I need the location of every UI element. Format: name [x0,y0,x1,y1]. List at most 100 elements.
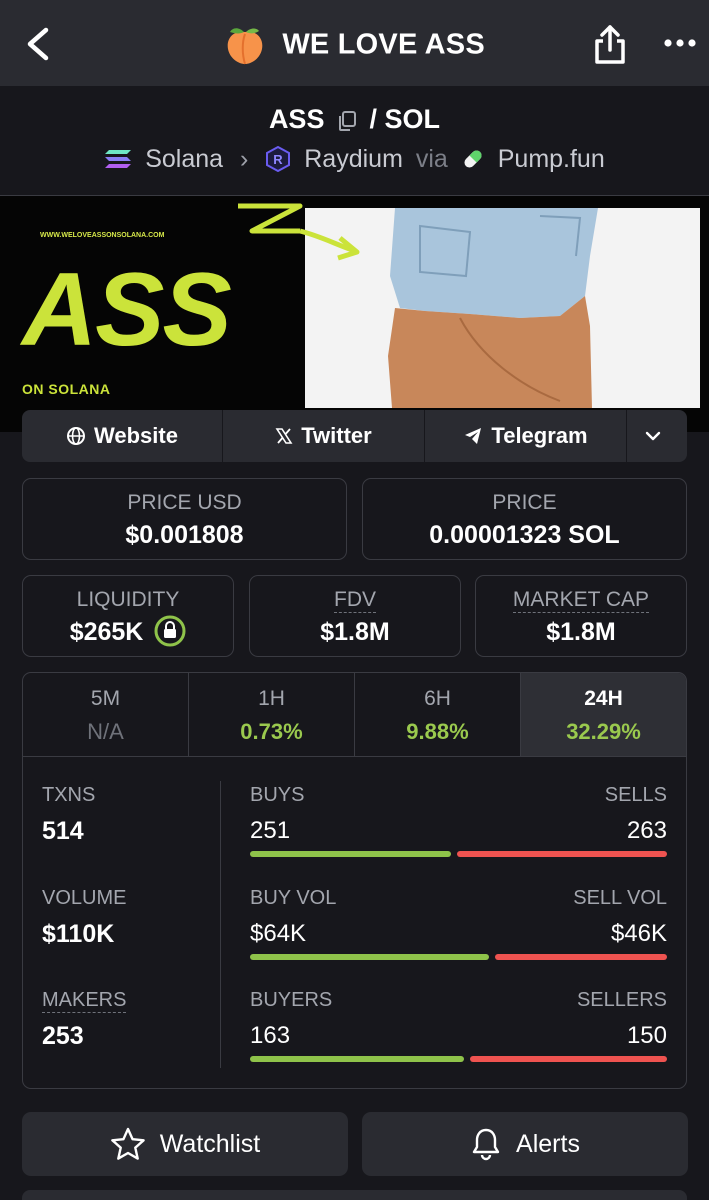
price-usd-card: PRICE USD $0.001808 [22,478,347,560]
tab-1h[interactable]: 1H 0.73% [189,673,355,756]
price-native-label: PRICE [492,491,557,514]
tab-6h[interactable]: 6H 9.88% [355,673,521,756]
buyers-label: BUYERS [250,989,333,1011]
globe-icon [67,427,86,445]
fdv-label-wrap: FDV [250,588,460,613]
watchlist-label: Watchlist [159,1129,261,1158]
txns-label: TXNS [42,784,96,806]
sells-label: SELLS [604,784,667,806]
fdv-card: FDV $1.8M [249,575,461,657]
tab-change: 32.29% [566,719,641,744]
market-cap-value: $1.8M [546,618,616,646]
price-usd-value: $0.001808 [125,521,244,549]
sells-value: 263 [626,817,667,844]
banner-headline: ASS [22,252,232,368]
lock-icon[interactable] [154,615,186,647]
route-breadcrumb: Solana › R Raydium via Pump.fun [0,144,709,174]
next-section-peek [22,1190,687,1200]
market-cap-label[interactable]: MARKET CAP [512,588,650,613]
social-links-bar: Website Twitter Telegram [22,410,687,462]
volume-value: $110K [42,920,115,948]
tab-change: N/A [87,719,124,744]
liquidity-card: LIQUIDITY $265K [22,575,234,657]
svg-text:R: R [274,152,284,167]
buys-bar [250,851,451,857]
chain-link[interactable]: Solana [145,145,223,173]
token-banner: WWW.WELOVEASSONSOLANA.COM ASS ON SOLANA [0,196,709,432]
tab-5m[interactable]: 5M N/A [23,673,189,756]
tab-label: 1H [258,687,285,710]
timeframe-tabs: 5M N/A 1H 0.73% 6H 9.88% 24H 32.29% [23,673,686,757]
buyers-value: 163 [250,1022,291,1049]
share-icon[interactable] [590,22,630,66]
sellers-value: 150 [626,1022,667,1049]
watchlist-button[interactable]: Watchlist [22,1112,348,1176]
tab-label: 5M [90,687,121,710]
solana-icon [105,150,132,169]
more-icon[interactable] [660,30,700,56]
more-links-button[interactable] [627,410,687,462]
price-usd-label: PRICE USD [127,491,242,514]
liquidity-label: LIQUIDITY [76,588,180,611]
buy-vol-value: $64K [250,920,307,947]
telegram-button[interactable]: Telegram [425,410,627,462]
raydium-icon: R [266,146,291,173]
txns-value: 514 [42,817,84,845]
tab-change: 9.88% [406,719,469,744]
liquidity-row: $265K [23,615,233,647]
peach-icon [227,28,263,65]
sell-vol-bar [495,954,667,960]
tab-label: 6H [424,687,451,710]
makers-value: 253 [42,1022,84,1050]
alerts-label: Alerts [516,1129,580,1158]
tab-change: 0.73% [240,719,303,744]
banner-subline: ON SOLANA [22,381,111,397]
price-native-value: 0.00001323 SOL [429,521,620,549]
token-name: WE LOVE ASS [282,28,485,61]
sell-vol-value: $46K [610,920,667,947]
volume-label: VOLUME [42,887,127,909]
tab-label: 24H [584,687,623,710]
sellers-bar [470,1056,667,1062]
liquidity-value: $265K [69,618,144,646]
top-bar: WE LOVE ASS [0,0,709,86]
base-token: ASS [268,104,325,134]
buys-label: BUYS [250,784,305,806]
fdv-value: $1.8M [320,618,390,646]
website-button[interactable]: Website [22,410,223,462]
pill-icon [464,150,482,168]
via-label: via [415,144,448,173]
telegram-icon [465,428,482,444]
sells-bar [457,851,667,857]
sellers-label: SELLERS [576,989,667,1011]
website-label: Website [94,423,178,448]
quote-token: SOL [384,104,441,134]
star-icon [110,1127,145,1160]
price-native-card: PRICE 0.00001323 SOL [362,478,687,560]
alerts-button[interactable]: Alerts [362,1112,688,1176]
x-logo-icon [275,428,293,444]
market-cap-label-wrap: MARKET CAP [476,588,686,613]
chevron-right-icon: › [240,144,249,173]
bell-icon [472,1128,500,1161]
market-cap-card: MARKET CAP $1.8M [475,575,687,657]
stats-panel: 5M N/A 1H 0.73% 6H 9.88% 24H 32.29% TXNS… [22,672,687,1089]
twitter-label: Twitter [301,423,372,448]
token-pair: ASS / SOL [0,104,709,135]
chevron-down-icon [645,431,661,441]
twitter-button[interactable]: Twitter [223,410,425,462]
fdv-label[interactable]: FDV [334,588,376,613]
dex-link[interactable]: Raydium [304,145,403,173]
tab-24h[interactable]: 24H 32.29% [521,673,686,756]
launchpad-link[interactable]: Pump.fun [498,145,605,173]
banner-url: WWW.WELOVEASSONSOLANA.COM [40,232,165,239]
pair-separator: / [369,104,378,134]
buy-vol-label: BUY VOL [250,887,337,909]
buys-value: 251 [250,817,291,844]
buyers-bar [250,1056,464,1062]
sell-vol-label: SELL VOL [573,887,667,909]
telegram-label: Telegram [491,423,588,448]
copy-icon[interactable] [336,110,358,132]
stats-divider [220,781,221,1068]
makers-label[interactable]: MAKERS [42,989,127,1013]
